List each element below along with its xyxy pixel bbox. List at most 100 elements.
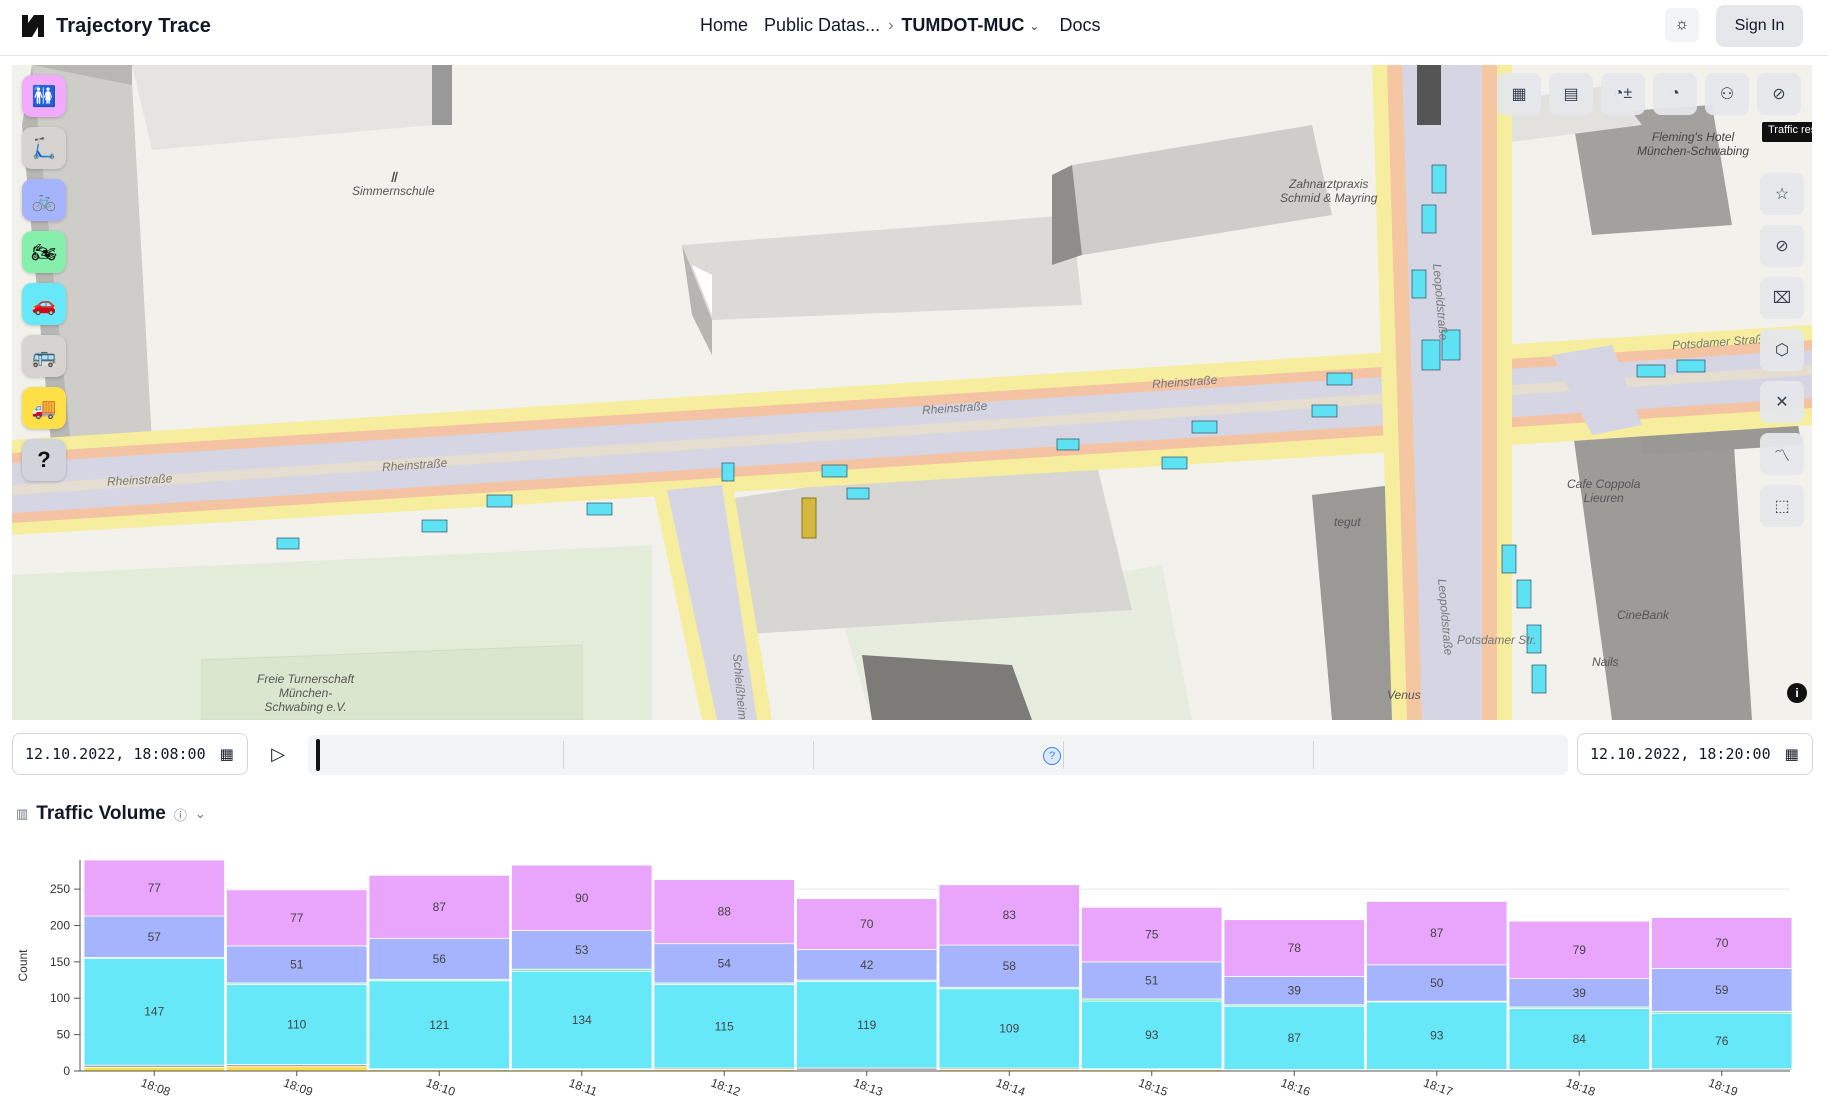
data-label: 76 [1715,1034,1729,1048]
filter-help-button[interactable]: ? [22,439,66,481]
nav-public-datasets[interactable]: Public Datas... [764,15,880,36]
traffic-research-button[interactable]: ⊘ [1757,73,1801,115]
motorcycle-icon: 🏍 [31,241,57,264]
map-canvas [12,65,1812,720]
map-label-school: Ⅱ Simmernschule [352,169,435,198]
filter-scooter-button[interactable]: 🛴 [22,127,66,169]
truck-icon: 🚚 [31,397,57,420]
calendar-icon[interactable]: ▦ [220,745,234,763]
filter-motorcycle-button[interactable]: 🏍 [22,231,66,273]
x-tick-label: 18:12 [709,1076,742,1100]
car-icon: 🚗 [31,293,57,316]
label-off-icon: ⌧ [1772,290,1792,307]
data-label: 42 [860,958,874,972]
data-label: 87 [1288,1031,1302,1045]
filter-pedestrian-button[interactable]: 🚻 [22,75,66,117]
speed-range-button[interactable]: ◔± [1601,73,1645,115]
help-icon: ? [37,447,51,472]
vehicle-filter-toolbar: 🚻 🛴 🚲 🏍 🚗 🚌 🚚? [22,75,66,481]
play-button[interactable]: ▷ [262,735,294,773]
data-label: 109 [999,1021,1019,1035]
favorite-button[interactable]: ☆ [1760,173,1804,215]
theme-toggle-button[interactable]: ☼ [1665,8,1699,42]
grid-icon: ▤ [1563,86,1579,103]
play-icon: ▷ [271,743,285,764]
labels-off-button[interactable]: ⌧ [1760,277,1804,319]
slider-tick [1063,741,1064,769]
heatmap-button[interactable]: 〽 [1760,433,1804,475]
map-top-toolbar: ▦ ▤ ◔± ◔ ⚇ ⊘ [1497,73,1801,115]
data-label: 50 [1430,976,1444,990]
cube-icon: ⬡ [1775,342,1789,359]
end-date-field[interactable]: 12.10.2022, 18:20:00 ▦ [1577,733,1813,775]
data-label: 75 [1145,928,1159,942]
data-label: 93 [1145,1028,1159,1042]
y-tick-label: 200 [50,918,70,932]
data-label: 115 [715,1019,734,1033]
filter-truck-button[interactable]: 🚚 [22,387,66,429]
data-label: 87 [433,900,447,914]
map-label-club: Freie Turnerschaft München- Schwabing e.… [257,672,355,714]
data-label: 119 [857,1018,876,1032]
bar-truck [226,1066,368,1072]
y-tick-label: 250 [50,882,70,896]
data-label: 88 [718,905,732,919]
map-label-tegut: tegut [1334,515,1361,529]
data-label: 79 [1573,943,1587,957]
nav-home[interactable]: Home [700,15,748,36]
x-tick-label: 18:17 [1422,1076,1455,1100]
data-label: 121 [429,1018,449,1032]
map-label-cinebank: CineBank [1617,608,1670,622]
trend-icon: 〽 [1773,448,1790,465]
touch-off-button[interactable]: ⊘ [1760,225,1804,267]
area-select-button[interactable]: ⬚ [1760,485,1804,527]
start-date-field[interactable]: 12.10.2022, 18:08:00 ▦ [12,733,248,775]
map-view[interactable]: Ⅱ Simmernschule Zahnarztpraxis Schmid & … [12,65,1812,720]
filter-bicycle-button[interactable]: 🚲 [22,179,66,221]
app-logo[interactable]: Trajectory Trace [20,13,211,39]
nav-docs[interactable]: Docs [1059,15,1100,36]
nav-current-dataset[interactable]: TUMDOT-MUC [901,15,1024,36]
data-label: 93 [1430,1029,1444,1043]
x-tick-label: 18:18 [1564,1076,1597,1100]
slider-tick [563,741,564,769]
trajectories-button[interactable]: ✕ [1760,381,1804,423]
speed-button[interactable]: ◔ [1653,73,1697,115]
map-label-cafe: Cafe Coppola Lieuren [1567,477,1641,505]
people-car-icon: ⚇ [1719,86,1735,103]
slider-handle[interactable] [316,739,320,771]
y-tick-label: 0 [63,1064,70,1078]
data-label: 53 [575,943,589,957]
top-nav: Home Public Datas... › TUMDOT-MUC ⌄ Docs [700,15,1100,36]
data-label: 39 [1573,986,1587,1000]
agents-button[interactable]: ⚇ [1705,73,1749,115]
data-label: 84 [1573,1032,1587,1046]
chart-title: Traffic Volume [36,803,166,824]
grid-button[interactable]: ▤ [1549,73,1593,115]
time-slider[interactable]: ? [308,735,1568,775]
3d-button[interactable]: ⬡ [1760,329,1804,371]
info-circle-icon[interactable]: ⓘ [174,805,187,824]
map-right-toolbar: ☆ ⊘ ⌧ ⬡ ✕ 〽 ⬚ [1760,121,1804,527]
gauge-icon: ◔ [1670,85,1680,102]
map-label-nails: Nails [1592,655,1619,669]
data-label: 87 [1430,926,1444,940]
slider-help-icon[interactable]: ? [1043,747,1061,765]
selection-icon: ⬚ [1774,498,1790,515]
data-label: 51 [1145,973,1159,987]
sign-in-button[interactable]: Sign In [1716,5,1803,47]
x-tick-label: 18:14 [994,1076,1027,1100]
x-tick-label: 18:15 [1137,1076,1170,1100]
data-label: 78 [1288,941,1302,955]
breadcrumb-separator: › [888,16,894,34]
layout-button[interactable]: ▦ [1497,73,1541,115]
data-label: 58 [1003,959,1017,973]
info-icon[interactable]: i [1787,683,1807,703]
x-tick-label: 18:08 [139,1076,172,1100]
filter-car-button[interactable]: 🚗 [22,283,66,325]
chevron-down-icon[interactable]: ⌄ [195,806,206,822]
filter-bus-button[interactable]: 🚌 [22,335,66,377]
slider-tick [1313,741,1314,769]
chevron-down-icon[interactable]: ⌄ [1029,19,1039,33]
calendar-icon[interactable]: ▦ [1785,745,1799,763]
